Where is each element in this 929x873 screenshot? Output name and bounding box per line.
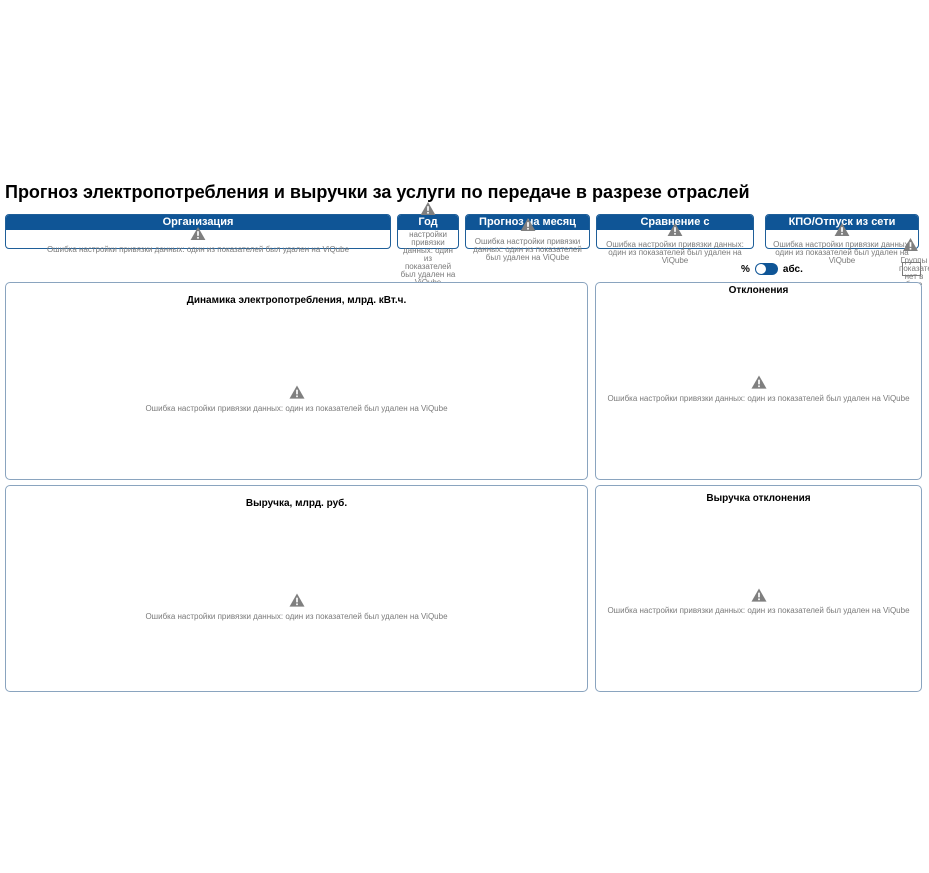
revenue-deviations-chart-title: Выручка отклонения (706, 493, 811, 504)
warning-icon (190, 227, 206, 240)
revenue-deviations-chart-error: Ошибка настройки привязки данных: один и… (607, 606, 910, 615)
toggle-knob[interactable] (755, 264, 766, 274)
warning-icon (751, 375, 766, 389)
kpo-filter[interactable]: КПО/Отпуск из сети Ошибка настройки прив… (765, 214, 919, 265)
warning-icon (667, 223, 683, 236)
warning-icon (751, 588, 766, 602)
warning-icon (520, 218, 535, 231)
consumption-chart-error: Ошибка настройки привязки данных: один и… (145, 404, 448, 413)
consumption-chart-panel: Динамика электропотребления, млрд. кВт.ч… (5, 282, 588, 480)
year-filter-error: настройки привязки данных: один из показ… (400, 230, 456, 287)
forecast-month-filter[interactable]: Прогноз на месяц Ошибка настройки привяз… (465, 214, 590, 262)
warning-icon (289, 385, 304, 399)
revenue-chart-panel: Выручка, млрд. руб. Ошибка настройки при… (5, 485, 588, 692)
toggle-switch[interactable] (754, 263, 778, 275)
revenue-chart-title: Выручка, млрд. руб. (245, 498, 348, 509)
forecast-month-filter-error: Ошибка настройки привязки данных: один и… (473, 237, 582, 262)
organization-filter-error: Ошибка настройки привязки данных: один и… (46, 245, 350, 254)
revenue-deviations-chart-panel: Выручка отклонения Ошибка настройки прив… (595, 485, 922, 692)
deviations-chart-title: Отклонения (728, 285, 789, 296)
deviations-chart-error: Ошибка настройки привязки данных: один и… (607, 394, 910, 403)
organization-filter[interactable]: Организация Ошибка настройки привязки да… (5, 214, 391, 254)
year-filter[interactable]: Год настройки привязки данных: один из п… (397, 202, 459, 287)
year-filter-header[interactable]: Год (398, 215, 458, 230)
kpo-filter-error: Ошибка настройки привязки данных: один и… (773, 240, 911, 265)
page-title: Прогноз электропотребления и выручки за … (5, 182, 750, 202)
warning-icon (289, 593, 304, 607)
toggle-right-label: абс. (782, 263, 803, 275)
consumption-chart-title: Динамика электропотребления, млрд. кВт.ч… (186, 295, 407, 306)
warning-icon (420, 202, 436, 215)
compare-with-filter[interactable]: Сравнение с Ошибка настройки привязки да… (596, 214, 754, 265)
deviations-chart-panel: Отклонения Ошибка настройки привязки дан… (595, 282, 922, 480)
revenue-chart-error: Ошибка настройки привязки данных: один и… (145, 612, 448, 621)
percent-abs-toggle[interactable]: % абс. (741, 263, 803, 275)
warning-icon (834, 223, 850, 236)
warning-icon (903, 238, 918, 256)
compare-with-filter-error: Ошибка настройки привязки данных: один и… (606, 240, 744, 265)
toggle-left-label: % (741, 263, 750, 275)
